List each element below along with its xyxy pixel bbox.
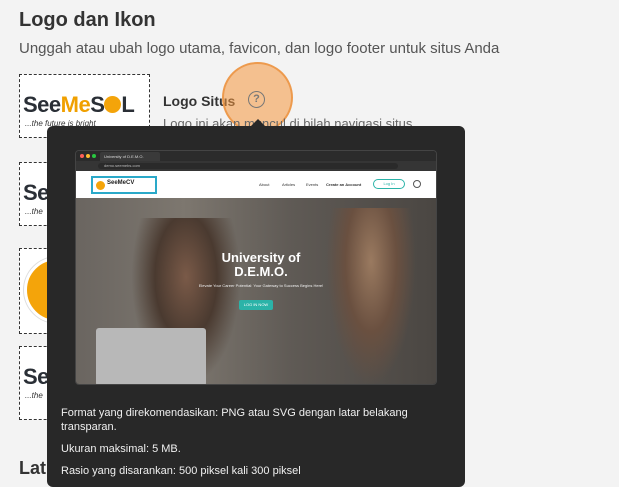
logo-sun-icon: [104, 96, 122, 113]
help-circle-icon[interactable]: ?: [248, 91, 265, 108]
hero-subtitle: Elevate Your Career Potential: Your Gate…: [198, 283, 324, 288]
nav-link-create-account: Create an Account: [326, 182, 362, 187]
site-navbar: SeeMeCV About Articles Events Create an …: [76, 171, 436, 198]
logo-wordmark: Se: [23, 364, 49, 389]
hero-login-button: LOG IN NOW: [239, 300, 273, 310]
hero-banner: University of D.E.M.O. Elevate Your Care…: [76, 198, 436, 384]
logo-tagline: ...the: [25, 391, 43, 400]
settings-icon: [413, 180, 421, 188]
close-dot-icon: [80, 154, 84, 158]
nav-link-articles: Articles: [282, 182, 296, 187]
address-field: demo.seemebs.com: [98, 163, 398, 169]
laptop-image: [96, 328, 206, 384]
nav-login-button: Log In: [373, 179, 405, 189]
site-logo-highlight: SeeMeCV: [91, 176, 157, 194]
section-subtitle: Unggah atau ubah logo utama, favicon, da…: [19, 40, 500, 57]
address-bar: demo.seemebs.com: [76, 161, 436, 171]
logo-wordmark: SeeMeS L: [23, 92, 135, 117]
hero-title: University of D.E.M.O.: [221, 250, 301, 279]
help-tooltip: University of D.E.M.O. demo.seemebs.com …: [47, 126, 465, 487]
tooltip-ratio-text: Rasio yang disarankan: 500 piksel kali 3…: [61, 465, 301, 477]
minimize-dot-icon: [86, 154, 90, 158]
browser-tab: University of D.E.M.O.: [100, 152, 160, 161]
tooltip-format-text: Format yang direkomendasikan: PNG atau S…: [61, 407, 408, 433]
nav-link-about: About: [259, 182, 270, 187]
logo-wordmark: Se: [23, 180, 49, 205]
site-logo-icon: [96, 181, 105, 190]
logo-tagline: ...the: [25, 207, 43, 216]
nav-link-events: Events: [306, 182, 319, 187]
tooltip-preview-image: University of D.E.M.O. demo.seemebs.com …: [75, 150, 437, 385]
maximize-dot-icon: [92, 154, 96, 158]
tooltip-size-text: Ukuran maksimal: 5 MB.: [61, 443, 181, 455]
section-title: Logo dan Ikon: [19, 9, 156, 31]
browser-tab-bar: University of D.E.M.O.: [76, 151, 436, 161]
site-logo-text: SeeMeCV: [107, 180, 135, 186]
hero-person-right: [326, 208, 416, 384]
next-section-title: Lat: [19, 458, 46, 478]
